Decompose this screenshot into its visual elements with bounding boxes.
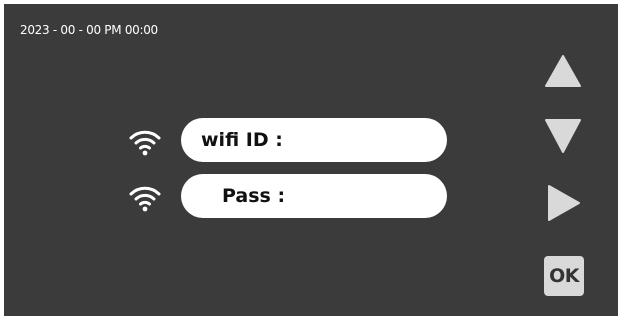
wifi-id-field[interactable]: wifi ID : bbox=[181, 118, 447, 162]
up-button[interactable] bbox=[544, 54, 582, 88]
triangle-down-icon bbox=[545, 119, 581, 153]
wifi-id-label: wifi ID : bbox=[201, 129, 283, 151]
triangle-up-icon bbox=[545, 55, 581, 87]
ok-button[interactable]: OK bbox=[544, 256, 584, 296]
down-button[interactable] bbox=[544, 118, 582, 154]
datetime-display: 2023 - 00 - 00 PM 00:00 bbox=[20, 23, 158, 37]
wifi-icon bbox=[129, 186, 161, 212]
device-screen: 2023 - 00 - 00 PM 00:00 wifi ID : Pass : bbox=[4, 4, 618, 316]
password-label: Pass : bbox=[222, 185, 286, 207]
right-button[interactable] bbox=[547, 184, 581, 222]
wifi-icon bbox=[129, 130, 161, 156]
ok-label: OK bbox=[549, 265, 579, 287]
password-field[interactable]: Pass : bbox=[181, 174, 447, 218]
triangle-right-icon bbox=[548, 185, 580, 221]
